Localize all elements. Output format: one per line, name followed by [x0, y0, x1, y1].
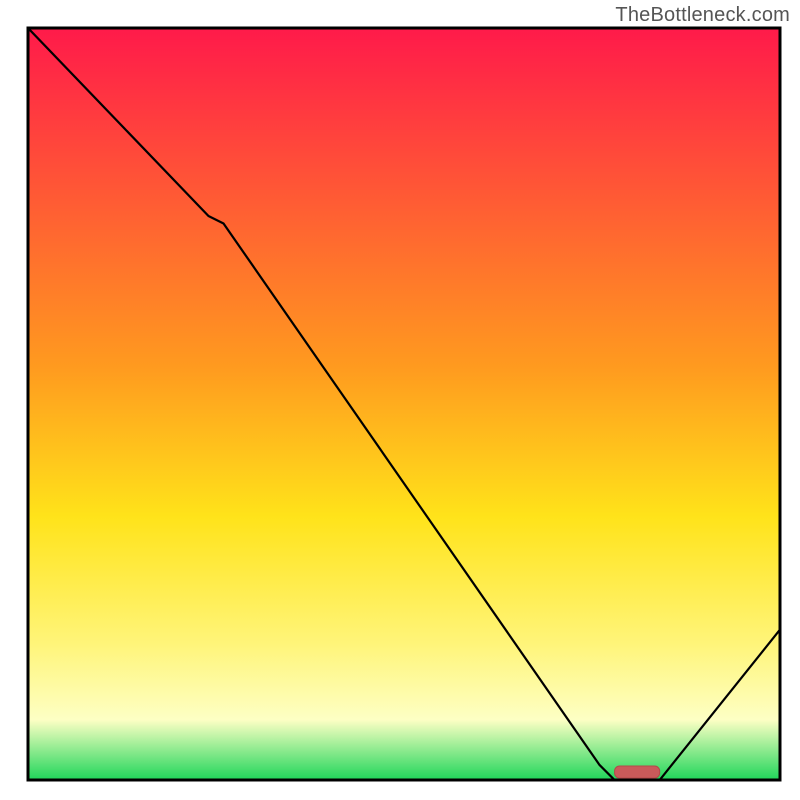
plot-background — [28, 28, 780, 780]
bottleneck-chart — [0, 0, 800, 800]
watermark-text: TheBottleneck.com — [615, 4, 790, 27]
chart-container: TheBottleneck.com — [0, 0, 800, 800]
optimal-range-marker — [615, 766, 660, 778]
